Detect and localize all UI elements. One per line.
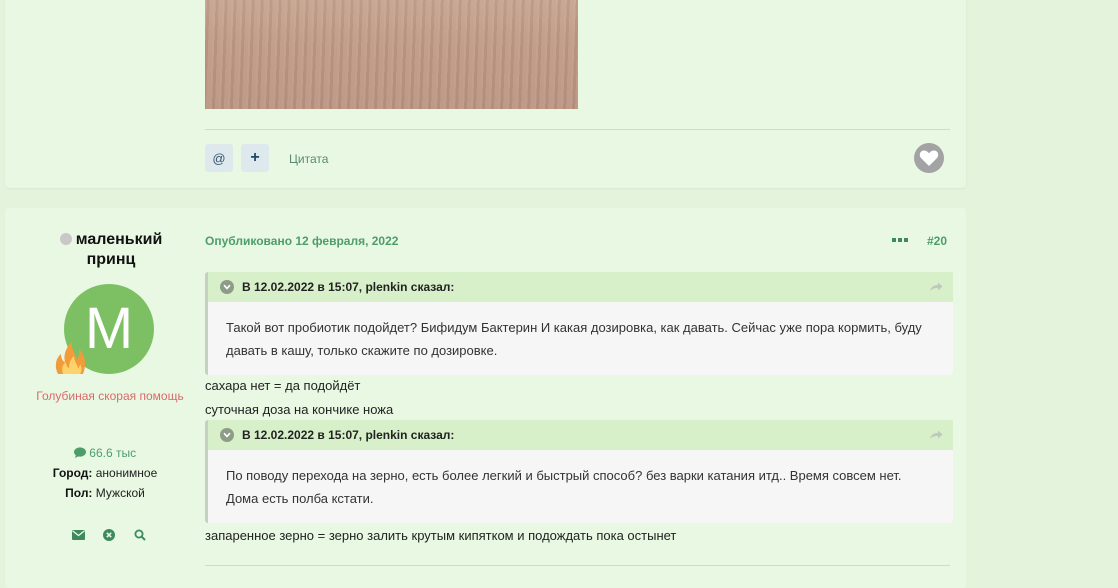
search-icon[interactable] (133, 528, 147, 542)
post-date-value: 12 февраля, 2022 (295, 234, 399, 248)
posts-count: 66.6 тыс (5, 446, 205, 460)
divider (205, 129, 950, 130)
mention-button[interactable]: @ (205, 144, 233, 172)
quote-header[interactable]: В 12.02.2022 в 15:07, plenkin сказал: (208, 272, 953, 302)
flame-icon (55, 342, 86, 374)
share-arrow-icon[interactable] (929, 428, 943, 443)
author-group: Голубиная скорая помощь (36, 389, 184, 403)
forum-post: маленький принц M Голубиная скорая помощ… (5, 208, 966, 588)
post-number[interactable]: #20 (927, 234, 947, 248)
post-image[interactable] (205, 0, 578, 109)
quote-body: По поводу перехода на зерно, есть более … (226, 468, 902, 506)
quote-header-text: В 12.02.2022 в 15:07, plenkin сказал: (242, 428, 455, 442)
chevron-down-icon[interactable] (220, 428, 234, 442)
reply-text: сахара нет = да подойдёт (205, 378, 361, 393)
post-date[interactable]: Опубликовано 12 февраля, 2022 (205, 234, 398, 248)
city-label: Город: (52, 466, 93, 480)
author-city: Город: анонимное (5, 466, 205, 480)
gender-value: Мужской (95, 486, 145, 500)
like-button[interactable] (914, 143, 944, 173)
share-arrow-icon[interactable] (929, 280, 943, 295)
published-prefix: Опубликовано (205, 234, 293, 248)
author-gender: Пол: Мужской (5, 486, 205, 500)
quote-header-text: В 12.02.2022 в 15:07, plenkin сказал: (242, 280, 455, 294)
author-name[interactable]: маленький принц (41, 230, 181, 270)
plus-label: + (250, 149, 260, 166)
gender-label: Пол: (65, 486, 93, 500)
city-value: анонимное (95, 466, 158, 480)
previous-post: @ + Цитата (5, 0, 966, 188)
multiquote-button[interactable]: + (241, 144, 269, 172)
reply-text: суточная доза на кончике ножа (205, 402, 394, 417)
author-actions (71, 528, 161, 542)
quote-button[interactable]: Цитата (289, 152, 328, 166)
author-name-text: маленький принц (75, 231, 163, 268)
reply-text: запаренное зерно = зерно залить крутым к… (205, 528, 677, 543)
quote-body: Такой вот пробиотик подойдет? Бифидум Ба… (226, 320, 922, 358)
chevron-down-icon[interactable] (220, 280, 234, 294)
divider (205, 565, 950, 566)
heart-icon (919, 150, 939, 166)
comment-icon (73, 447, 86, 458)
envelope-icon[interactable] (71, 528, 85, 542)
offline-status-icon (59, 233, 72, 245)
ignore-icon[interactable] (102, 528, 116, 542)
quote-header[interactable]: В 12.02.2022 в 15:07, plenkin сказал: (208, 420, 953, 450)
more-options-icon[interactable] (892, 230, 908, 246)
mention-label: @ (212, 150, 226, 166)
quote-block: В 12.02.2022 в 15:07, plenkin сказал: Та… (205, 272, 953, 375)
quote-block: В 12.02.2022 в 15:07, plenkin сказал: По… (205, 420, 953, 523)
posts-count-value: 66.6 тыс (89, 446, 137, 460)
